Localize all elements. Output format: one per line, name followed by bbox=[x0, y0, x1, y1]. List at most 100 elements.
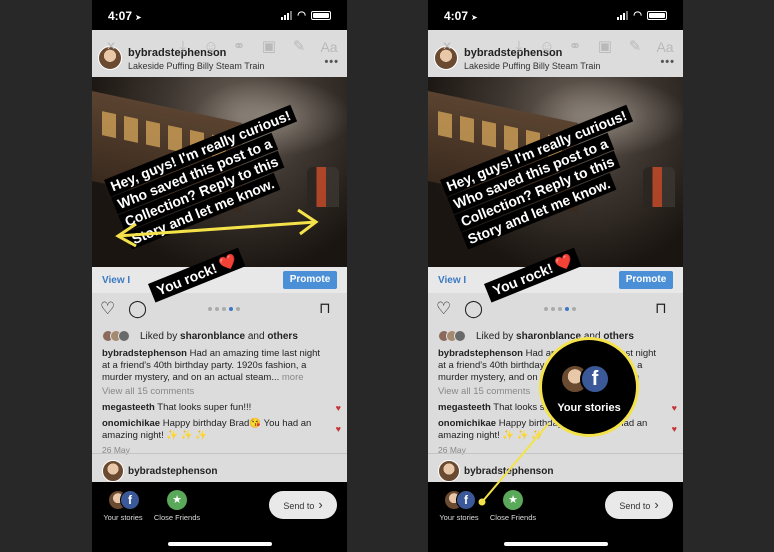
divider bbox=[92, 453, 347, 454]
post-actions: ♡ ◯ ⊓ bbox=[100, 299, 339, 321]
comment-heart-icon[interactable]: ♥ bbox=[336, 403, 341, 413]
star-icon: ★ bbox=[167, 490, 187, 510]
download-icon[interactable]: ⤓ bbox=[508, 36, 530, 58]
close-friends-label: Close Friends bbox=[489, 513, 537, 522]
next-post-username[interactable]: bybradstephenson bbox=[464, 466, 553, 477]
close-icon[interactable]: × bbox=[436, 36, 458, 58]
avatar[interactable] bbox=[438, 460, 460, 482]
comment-icon[interactable]: ◯ bbox=[464, 299, 484, 319]
close-friends-button[interactable]: ★ Close Friends bbox=[488, 490, 538, 522]
liker-avatar bbox=[118, 330, 130, 342]
face-sticker-icon[interactable]: ☺ bbox=[536, 36, 558, 58]
comment-username[interactable]: megasteeth bbox=[102, 402, 155, 413]
home-indicator[interactable] bbox=[168, 542, 272, 546]
promote-button[interactable]: Promote bbox=[619, 271, 673, 289]
comment-heart-icon[interactable]: ♥ bbox=[336, 424, 341, 434]
heart-icon[interactable]: ♡ bbox=[100, 299, 120, 319]
post-actions: ♡ ◯ ⊓ bbox=[436, 299, 675, 321]
comment: onomichikae Happy birthday Brad😘 You had… bbox=[438, 418, 665, 442]
carousel-dots bbox=[544, 307, 576, 311]
send-to-label: Send to bbox=[283, 501, 315, 511]
likes-user[interactable]: sharonblance bbox=[180, 331, 245, 342]
draw-pen-icon[interactable]: ✎ bbox=[288, 36, 310, 58]
comment-heart-icon[interactable]: ♥ bbox=[672, 424, 677, 434]
comment-icon[interactable]: ◯ bbox=[128, 299, 148, 319]
story-toolbar: × ⤓ ☺ ⚭ ▣ ✎ Aa bbox=[92, 36, 347, 60]
send-to-button[interactable]: Send to › bbox=[269, 491, 337, 519]
post-location[interactable]: Lakeside Puffing Billy Steam Train bbox=[128, 61, 264, 71]
bookmark-icon[interactable]: ⊓ bbox=[319, 299, 339, 319]
star-icon: ★ bbox=[503, 490, 523, 510]
zoom-bubble: f Your stories bbox=[539, 337, 639, 437]
comment-heart-icon[interactable]: ♥ bbox=[672, 403, 677, 413]
phone-left: 4:07 ➤ ◠ bybradstephenson Lakeside Puffin… bbox=[92, 0, 347, 552]
heart-icon[interactable]: ♡ bbox=[436, 299, 456, 319]
share-bar: f Your stories ★ Close Friends Send to › bbox=[92, 482, 347, 552]
view-all-comments[interactable]: View all 15 comments bbox=[102, 386, 329, 398]
wifi-icon: ◠ bbox=[297, 10, 306, 21]
status-bar: 4:07 ➤ ◠ bbox=[102, 8, 337, 24]
view-insights-link[interactable]: View I bbox=[102, 275, 130, 286]
your-stories-label: Your stories bbox=[439, 513, 479, 522]
your-stories-avatars: f bbox=[440, 490, 478, 510]
close-friends-button[interactable]: ★ Close Friends bbox=[152, 490, 202, 522]
sticker-icon[interactable]: ▣ bbox=[258, 36, 280, 58]
close-icon[interactable]: × bbox=[100, 36, 122, 58]
text-tool-icon[interactable]: Aa bbox=[654, 36, 676, 58]
link-icon[interactable]: ⚭ bbox=[228, 36, 250, 58]
post-caption: bybradstephenson Had an amazing time las… bbox=[102, 348, 329, 384]
battery-icon bbox=[311, 11, 331, 20]
close-friends-label: Close Friends bbox=[153, 513, 201, 522]
status-time: 4:07 ➤ bbox=[444, 9, 478, 23]
post-location[interactable]: Lakeside Puffing Billy Steam Train bbox=[464, 61, 600, 71]
caption-more-link[interactable]: more bbox=[279, 372, 304, 383]
facebook-icon: f bbox=[580, 364, 610, 394]
comment-username[interactable]: megasteeth bbox=[438, 402, 491, 413]
comment-text: That looks super fun!!! bbox=[154, 402, 252, 413]
carousel-dots bbox=[208, 307, 240, 311]
divider bbox=[428, 453, 683, 454]
status-time: 4:07 ➤ bbox=[108, 9, 142, 23]
signal-icon bbox=[281, 11, 293, 20]
status-icons: ◠ bbox=[281, 10, 331, 21]
sticker-icon[interactable]: ▣ bbox=[594, 36, 616, 58]
status-icons: ◠ bbox=[617, 10, 667, 21]
your-stories-button[interactable]: f Your stories bbox=[98, 490, 148, 522]
your-stories-avatars: f bbox=[104, 490, 142, 510]
signal-icon bbox=[617, 11, 629, 20]
promote-button[interactable]: Promote bbox=[283, 271, 337, 289]
draw-pen-icon[interactable]: ✎ bbox=[624, 36, 646, 58]
facebook-icon: f bbox=[456, 490, 476, 510]
view-insights-link[interactable]: View I bbox=[438, 275, 466, 286]
face-sticker-icon[interactable]: ☺ bbox=[200, 36, 222, 58]
likes-line: Liked by sharonblance and others bbox=[438, 330, 675, 344]
share-bar: f Your stories ★ Close Friends Send to › bbox=[428, 482, 683, 552]
caption-username[interactable]: bybradstephenson bbox=[438, 348, 523, 359]
likes-line: Liked by sharonblance and others bbox=[102, 330, 339, 344]
status-bar: 4:07 ➤ ◠ bbox=[438, 8, 673, 24]
likes-prefix: Liked by bbox=[140, 331, 181, 342]
caption-username[interactable]: bybradstephenson bbox=[102, 348, 187, 359]
your-stories-label: Your stories bbox=[103, 513, 143, 522]
comment: onomichikae Happy birthday Brad😘 You had… bbox=[102, 418, 329, 442]
likes-others[interactable]: others bbox=[267, 331, 298, 342]
story-canvas: bybradstephenson Lakeside Puffing Billy … bbox=[92, 30, 347, 482]
likes-prefix: Liked by bbox=[476, 331, 517, 342]
link-icon[interactable]: ⚭ bbox=[564, 36, 586, 58]
zoom-label: Your stories bbox=[557, 402, 621, 414]
battery-icon bbox=[647, 11, 667, 20]
comment-username[interactable]: onomichikae bbox=[438, 418, 496, 429]
post-date: 26 May bbox=[438, 445, 466, 455]
send-to-button[interactable]: Send to › bbox=[605, 491, 673, 519]
next-post-username[interactable]: bybradstephenson bbox=[128, 466, 217, 477]
comment-username[interactable]: onomichikae bbox=[102, 418, 160, 429]
bookmark-icon[interactable]: ⊓ bbox=[655, 299, 675, 319]
text-tool-icon[interactable]: Aa bbox=[318, 36, 340, 58]
download-icon[interactable]: ⤓ bbox=[172, 36, 194, 58]
wifi-icon: ◠ bbox=[633, 10, 642, 21]
your-stories-button[interactable]: f Your stories bbox=[434, 490, 484, 522]
home-indicator[interactable] bbox=[504, 542, 608, 546]
facebook-icon: f bbox=[120, 490, 140, 510]
avatar[interactable] bbox=[102, 460, 124, 482]
phone-right: 4:07 ➤ ◠ bybradstephenson Lakeside Puffin… bbox=[428, 0, 683, 552]
